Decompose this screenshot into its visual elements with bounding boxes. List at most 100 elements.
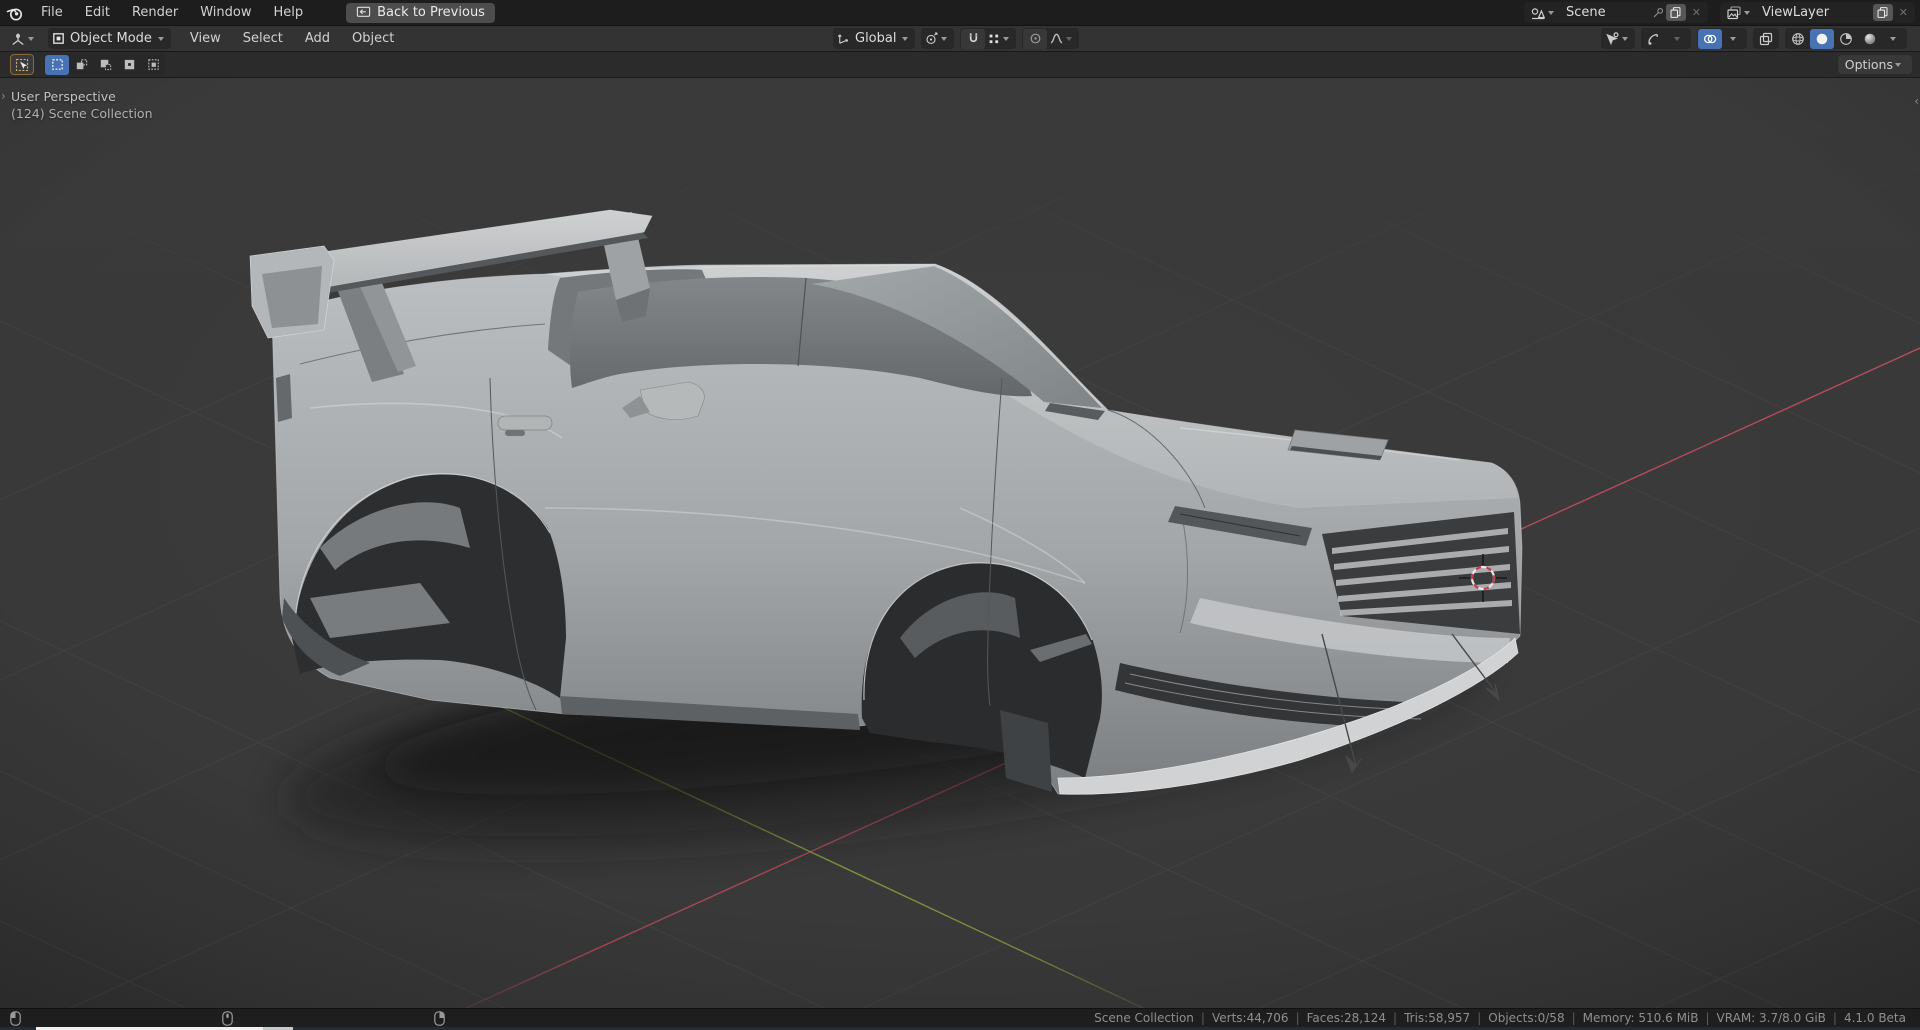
back-button-label: Back to Previous (377, 5, 485, 20)
back-to-previous-button[interactable]: Back to Previous (346, 2, 495, 23)
snapping-group (960, 28, 1017, 49)
select-mode-group (44, 54, 166, 75)
remove-view-layer-button[interactable]: ✕ (1894, 6, 1913, 19)
unlink-scene-button[interactable]: ✕ (1687, 6, 1706, 19)
xray-toggle[interactable] (1754, 29, 1778, 49)
chevron-down-icon (1890, 36, 1896, 41)
scene-icon (1531, 7, 1546, 19)
visibility-group (1601, 28, 1635, 49)
viewport-menu-item[interactable]: Add (294, 26, 341, 51)
gizmo-toggle[interactable] (1642, 29, 1666, 49)
sidebar-expand-chevron[interactable]: ‹ (1914, 94, 1919, 108)
select-mode-invert-button[interactable] (117, 55, 141, 75)
falloff-curve-icon (1051, 33, 1063, 44)
editor-type-button[interactable] (8, 29, 40, 49)
topbar-menu-item[interactable]: Edit (74, 0, 121, 25)
object-mode-icon (53, 33, 64, 44)
chevron-down-icon (28, 36, 34, 41)
chevron-down-icon (902, 36, 909, 41)
chevron-down-icon (1003, 36, 1010, 41)
back-icon (356, 6, 371, 17)
shading-material-button[interactable] (1834, 29, 1858, 49)
tool-settings-bar: Options (0, 52, 1920, 78)
viewport-scene (0, 78, 1920, 1008)
viewport-menu-item[interactable]: Object (341, 26, 405, 51)
magnet-icon (969, 33, 978, 43)
viewport-menu-item[interactable]: Select (232, 26, 294, 51)
select-extend-icon (76, 59, 87, 70)
select-subtract-icon (100, 59, 111, 71)
topbar-menu-item[interactable]: File (30, 0, 74, 25)
transform-orientation-dropdown[interactable]: Global (833, 28, 916, 49)
viewport-header: Object Mode View Select Add Object Global (0, 26, 1920, 52)
viewport-3d[interactable]: User Perspective (124) Scene Collection … (0, 78, 1920, 1008)
wireframe-sphere-icon (1792, 32, 1804, 45)
select-intersect-icon (147, 59, 159, 70)
overlays-toggle[interactable] (1698, 28, 1722, 49)
chevron-down-icon (1066, 36, 1073, 41)
chevron-down-icon (1674, 36, 1680, 41)
select-box-tool-icon (15, 58, 29, 71)
door-handle (497, 415, 553, 431)
topbar-menu-item[interactable]: Render (121, 0, 189, 25)
middle-mouse-button-icon (222, 1011, 233, 1026)
editor-3d-viewport-icon (12, 33, 24, 45)
view-layer-selector: ViewLayer ✕ (1720, 2, 1915, 23)
overlays-dropdown[interactable] (1722, 29, 1746, 49)
select-mode-subtract-button[interactable] (93, 55, 117, 75)
duplicate-icon (1877, 7, 1888, 18)
stat-item: Scene Collection (1094, 1011, 1194, 1025)
proportional-falloff-dropdown[interactable] (1047, 29, 1078, 49)
proportional-circle-icon (1030, 33, 1041, 44)
door-handle-notch (505, 430, 525, 436)
object-visibility-dropdown[interactable] (1602, 29, 1634, 49)
new-view-layer-button[interactable] (1872, 4, 1893, 21)
chevron-down-icon (157, 36, 164, 41)
shading-solid-button[interactable] (1810, 28, 1834, 49)
select-mode-extend-button[interactable] (69, 55, 93, 75)
new-scene-button[interactable] (1665, 4, 1686, 21)
pin-icon[interactable] (1651, 6, 1665, 20)
topbar-menu-item[interactable]: Help (263, 0, 315, 25)
chevron-down-icon (1730, 36, 1736, 41)
scene-name[interactable]: Scene (1562, 5, 1651, 20)
taillight-slit (276, 374, 292, 422)
shading-wireframe-button[interactable] (1786, 29, 1810, 49)
mode-label: Object Mode (70, 31, 152, 46)
toolbar-expand-chevron[interactable]: › (1, 89, 6, 103)
chevron-down-icon (1895, 62, 1901, 67)
view-layer-name[interactable]: ViewLayer (1758, 5, 1872, 20)
shading-group (1785, 28, 1907, 49)
viewport-menu-item[interactable]: View (179, 26, 232, 51)
shading-dropdown[interactable] (1882, 29, 1906, 49)
select-box-tool-button[interactable] (10, 54, 34, 75)
proportional-editing-toggle[interactable] (1023, 28, 1048, 49)
topbar-menu-item[interactable]: Window (189, 0, 262, 25)
scene-browse-button[interactable] (1526, 2, 1562, 23)
chevron-down-icon (1548, 10, 1554, 15)
mode-dropdown[interactable]: Object Mode (48, 28, 171, 49)
pivot-point-icon (926, 32, 939, 45)
view-layer-browse-button[interactable] (1722, 2, 1758, 23)
stat-item: VRAM: 3.7/8.0 GiB (1699, 1011, 1826, 1025)
solid-sphere-icon (1816, 33, 1828, 44)
viewport-header-center: Global (833, 28, 1080, 49)
snap-toggle[interactable] (961, 28, 986, 49)
gizmo-dropdown[interactable] (1666, 29, 1690, 49)
scene-statistics: Scene CollectionVerts:44,706Faces:28,124… (1094, 1011, 1906, 1025)
increment-grid-icon (990, 34, 999, 43)
select-mode-set-button[interactable] (45, 54, 69, 75)
blender-logo-icon (6, 7, 23, 21)
blender-logo-icon[interactable] (0, 4, 30, 22)
chevron-down-icon (1744, 10, 1750, 15)
duplicate-icon (1670, 7, 1681, 18)
snap-target-dropdown[interactable] (985, 29, 1015, 49)
options-dropdown[interactable]: Options (1837, 55, 1912, 74)
stat-item: Objects:0/58 (1470, 1011, 1564, 1025)
topbar-menus: File Edit Render Window Help (30, 0, 314, 25)
shading-rendered-button[interactable] (1858, 29, 1882, 49)
right-mouse-button-icon (434, 1011, 445, 1026)
select-mode-intersect-button[interactable] (141, 55, 165, 75)
cursor-eye-icon (1606, 31, 1619, 45)
pivot-point-dropdown[interactable] (922, 29, 953, 49)
